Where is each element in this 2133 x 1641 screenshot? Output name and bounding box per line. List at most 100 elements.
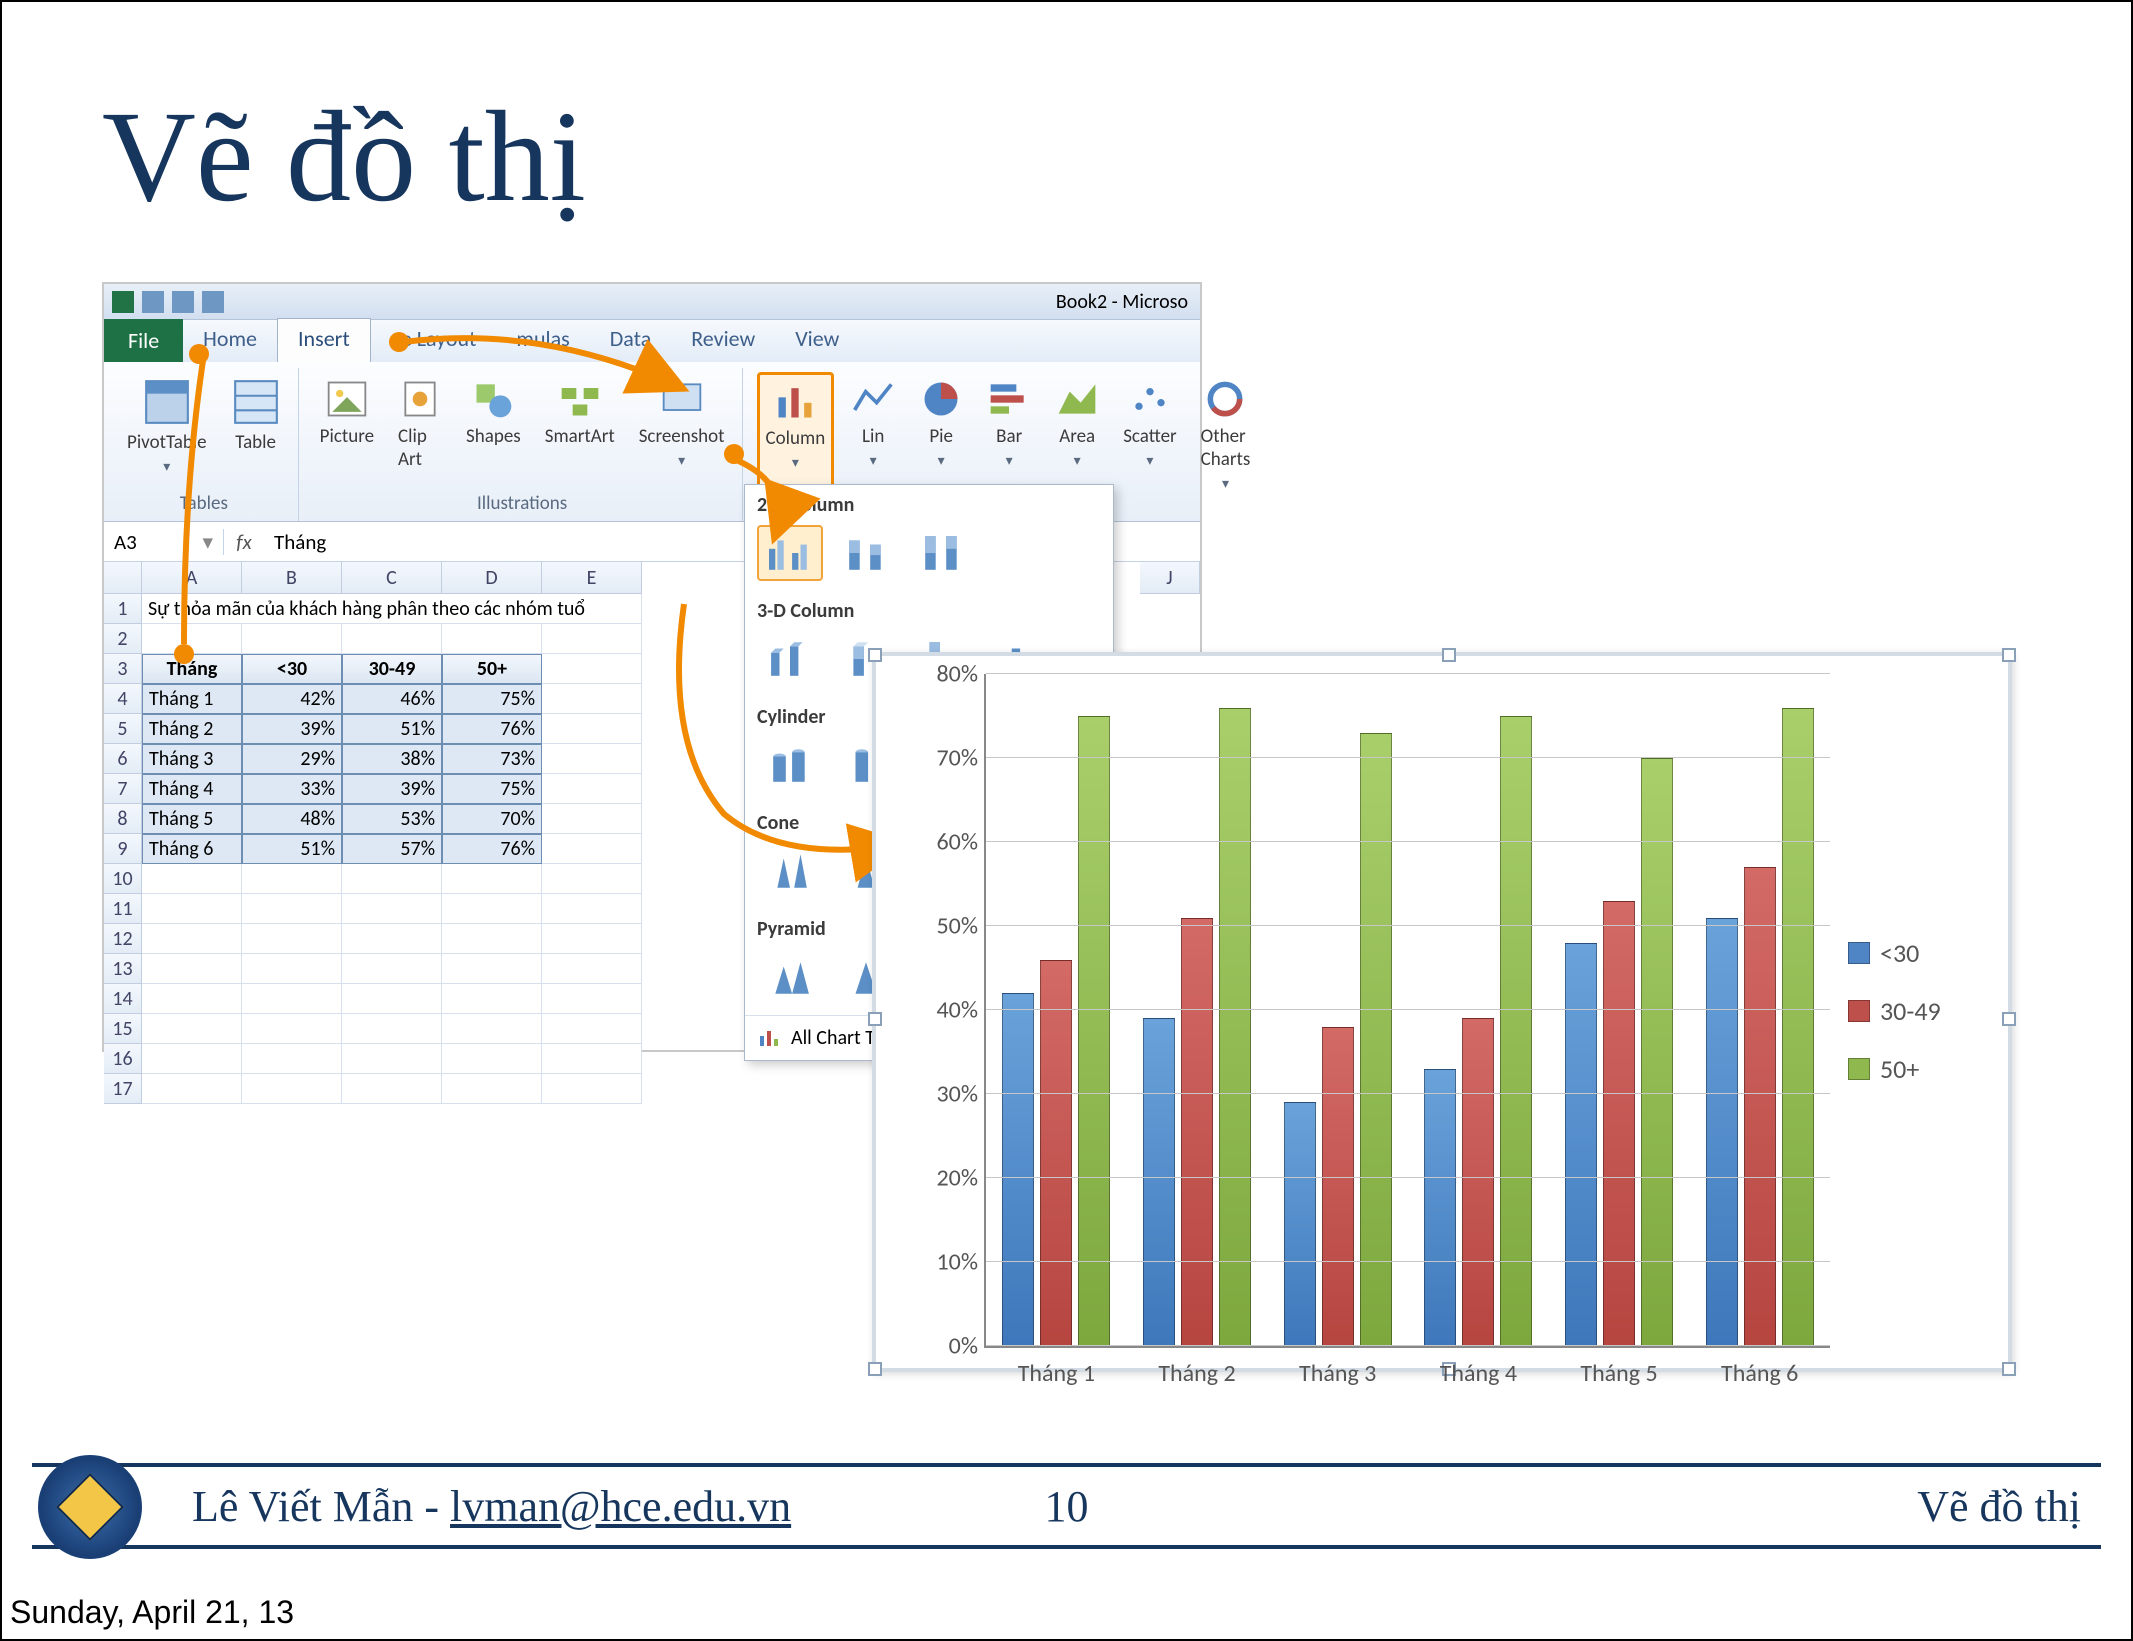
data-cell[interactable]: 51% <box>242 834 342 864</box>
empty-cell[interactable] <box>442 1014 542 1044</box>
row-header[interactable]: 17 <box>104 1074 142 1104</box>
other-charts-button[interactable]: Other Charts ▾ <box>1194 372 1258 497</box>
empty-cell[interactable] <box>442 984 542 1014</box>
empty-cell[interactable] <box>342 864 442 894</box>
resize-handle[interactable] <box>868 1362 882 1376</box>
data-cell[interactable]: 39% <box>242 714 342 744</box>
data-cell[interactable]: 38% <box>342 744 442 774</box>
table-header-cell[interactable]: <30 <box>242 654 342 684</box>
row-header[interactable]: 13 <box>104 954 142 984</box>
data-cell[interactable]: 70% <box>442 804 542 834</box>
row-header[interactable]: 9 <box>104 834 142 864</box>
empty-cell[interactable] <box>342 924 442 954</box>
title-cell[interactable]: Sự thỏa mãn của khách hàng phân theo các… <box>142 594 642 624</box>
empty-cell[interactable] <box>542 744 642 774</box>
resize-handle[interactable] <box>2002 1012 2016 1026</box>
row-header[interactable]: 7 <box>104 774 142 804</box>
row-header[interactable]: 4 <box>104 684 142 714</box>
tab-formulas[interactable]: mulas <box>496 319 589 362</box>
empty-cell[interactable] <box>542 984 642 1014</box>
shapes-button[interactable]: Shapes <box>459 372 528 476</box>
empty-cell[interactable] <box>442 954 542 984</box>
chart-option-3d-clustered[interactable] <box>757 631 823 687</box>
empty-cell[interactable] <box>542 774 642 804</box>
tab-home[interactable]: Home <box>183 319 277 362</box>
row-header[interactable]: 10 <box>104 864 142 894</box>
row-header[interactable]: 14 <box>104 984 142 1014</box>
empty-cell[interactable] <box>142 894 242 924</box>
save-icon[interactable] <box>142 291 164 313</box>
empty-cell[interactable] <box>442 624 542 654</box>
resize-handle[interactable] <box>868 648 882 662</box>
col-header[interactable]: A <box>142 562 242 594</box>
undo-icon[interactable] <box>172 291 194 313</box>
resize-handle[interactable] <box>1442 648 1456 662</box>
empty-cell[interactable] <box>242 954 342 984</box>
tab-insert[interactable]: Insert <box>277 318 371 362</box>
empty-cell[interactable] <box>342 894 442 924</box>
col-header[interactable]: C <box>342 562 442 594</box>
data-cell[interactable]: 51% <box>342 714 442 744</box>
data-cell[interactable]: 29% <box>242 744 342 774</box>
empty-cell[interactable] <box>342 954 442 984</box>
name-box[interactable]: A3 ▾ <box>104 529 224 555</box>
empty-cell[interactable] <box>342 1014 442 1044</box>
area-chart-button[interactable]: Area ▾ <box>1048 372 1106 497</box>
tab-review[interactable]: Review <box>671 319 775 362</box>
data-cell[interactable]: 48% <box>242 804 342 834</box>
empty-cell[interactable] <box>542 864 642 894</box>
empty-cell[interactable] <box>342 624 442 654</box>
tab-page-layout[interactable]: ge Layout <box>371 319 497 362</box>
select-all-cell[interactable] <box>104 562 142 594</box>
empty-cell[interactable] <box>142 624 242 654</box>
redo-icon[interactable] <box>202 291 224 313</box>
data-cell[interactable]: 73% <box>442 744 542 774</box>
pie-chart-button[interactable]: Pie ▾ <box>912 372 970 497</box>
line-chart-button[interactable]: Lin ▾ <box>844 372 902 497</box>
empty-cell[interactable] <box>542 1074 642 1104</box>
data-cell[interactable]: Tháng 6 <box>142 834 242 864</box>
empty-cell[interactable] <box>242 1044 342 1074</box>
data-cell[interactable]: 76% <box>442 714 542 744</box>
col-header[interactable]: B <box>242 562 342 594</box>
row-header[interactable]: 2 <box>104 624 142 654</box>
empty-cell[interactable] <box>542 1014 642 1044</box>
row-header[interactable]: 11 <box>104 894 142 924</box>
column-chart-button[interactable]: Column ▾ <box>757 372 835 497</box>
scatter-chart-button[interactable]: Scatter ▾ <box>1116 372 1183 497</box>
table-button[interactable]: Table <box>224 372 288 480</box>
empty-cell[interactable] <box>242 1014 342 1044</box>
empty-cell[interactable] <box>542 804 642 834</box>
chart-option-cone-1[interactable] <box>757 843 823 899</box>
clipart-button[interactable]: Clip Art <box>391 372 449 476</box>
tab-data[interactable]: Data <box>590 319 672 362</box>
data-cell[interactable]: Tháng 2 <box>142 714 242 744</box>
picture-button[interactable]: Picture <box>313 372 381 476</box>
smartart-button[interactable]: SmartArt <box>538 372 622 476</box>
data-cell[interactable]: 57% <box>342 834 442 864</box>
chart-option-stacked-column[interactable] <box>833 525 899 581</box>
row-header[interactable]: 5 <box>104 714 142 744</box>
col-header[interactable]: D <box>442 562 542 594</box>
screenshot-button[interactable]: Screenshot ▾ <box>632 372 732 476</box>
col-header[interactable]: E <box>542 562 642 594</box>
data-cell[interactable]: 33% <box>242 774 342 804</box>
data-cell[interactable]: Tháng 4 <box>142 774 242 804</box>
empty-cell[interactable] <box>142 984 242 1014</box>
empty-cell[interactable] <box>242 924 342 954</box>
data-cell[interactable]: 75% <box>442 774 542 804</box>
chart-option-pyramid-1[interactable] <box>757 949 823 1005</box>
resize-handle[interactable] <box>868 1012 882 1026</box>
empty-cell[interactable] <box>142 1074 242 1104</box>
table-header-cell[interactable]: Tháng <box>142 654 242 684</box>
empty-cell[interactable] <box>142 924 242 954</box>
empty-cell[interactable] <box>442 1044 542 1074</box>
empty-cell[interactable] <box>142 1014 242 1044</box>
empty-cell[interactable] <box>142 954 242 984</box>
table-header-cell[interactable]: 50+ <box>442 654 542 684</box>
resize-handle[interactable] <box>2002 648 2016 662</box>
data-cell[interactable]: 76% <box>442 834 542 864</box>
empty-cell[interactable] <box>242 1074 342 1104</box>
empty-cell[interactable] <box>442 1074 542 1104</box>
empty-cell[interactable] <box>542 954 642 984</box>
